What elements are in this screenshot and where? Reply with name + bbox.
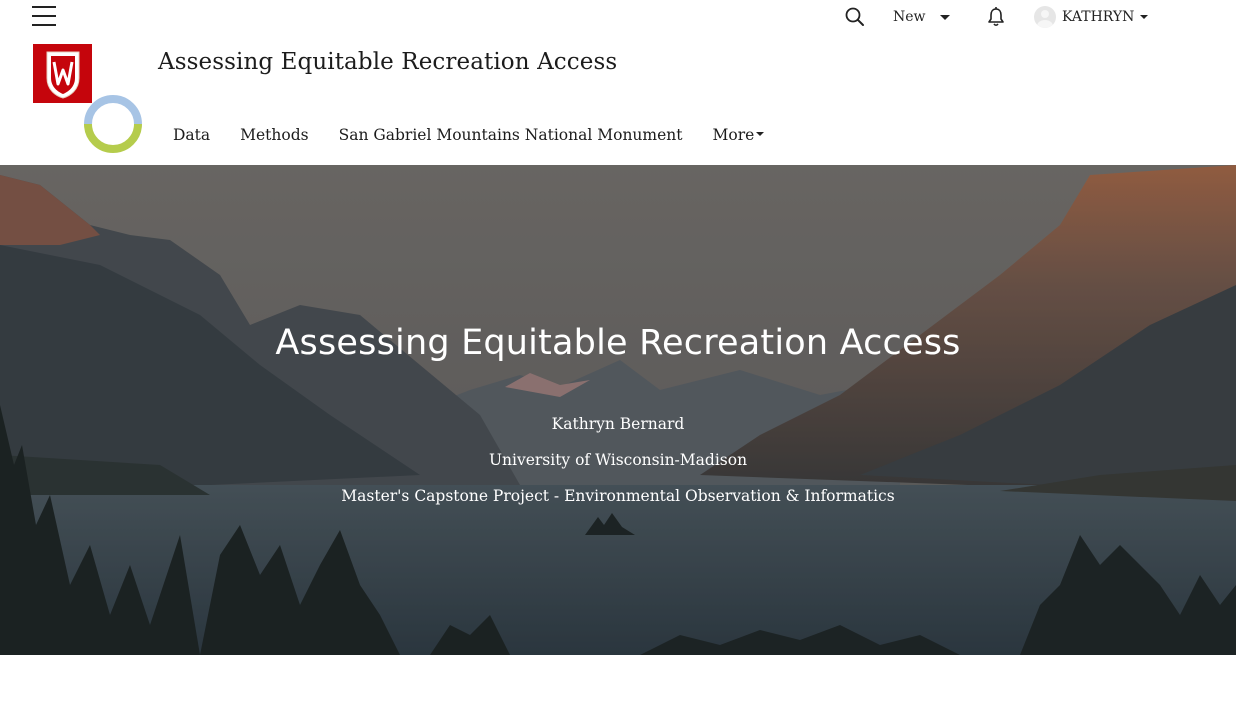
hero-title: Assessing Equitable Recreation Access xyxy=(275,323,961,363)
hamburger-line xyxy=(32,15,56,17)
hero-project: Master's Capstone Project - Environmenta… xyxy=(341,487,895,505)
caret-down-icon xyxy=(1140,15,1149,19)
nav-item-more[interactable]: More xyxy=(713,126,765,144)
new-button-label: New xyxy=(893,9,926,25)
main-nav: Data Methods San Gabriel Mountains Natio… xyxy=(158,124,779,146)
nav-more-label: More xyxy=(712,126,755,144)
site-title[interactable]: Assessing Equitable Recreation Access xyxy=(158,49,617,75)
nav-item-methods[interactable]: Methods xyxy=(240,126,308,144)
mountain-lake-background xyxy=(0,165,1236,655)
nav-item-data[interactable]: Data xyxy=(173,126,210,144)
search-icon[interactable] xyxy=(844,6,866,28)
hamburger-line xyxy=(32,6,56,8)
user-menu-button[interactable]: KATHRYN xyxy=(1034,5,1149,29)
new-button[interactable]: New xyxy=(893,6,950,28)
user-name: KATHRYN xyxy=(1062,9,1135,25)
caret-down-icon xyxy=(756,132,765,136)
nav-item-san-gabriel[interactable]: San Gabriel Mountains National Monument xyxy=(339,126,683,144)
caret-down-icon xyxy=(939,14,950,20)
hamburger-line xyxy=(32,24,56,26)
hamburger-menu-icon[interactable] xyxy=(32,6,56,26)
hero-author: Kathryn Bernard xyxy=(551,415,685,433)
hero-banner: Assessing Equitable Recreation Access Ka… xyxy=(0,165,1236,655)
ring-logo[interactable] xyxy=(84,95,142,153)
bell-icon[interactable] xyxy=(986,6,1006,28)
avatar xyxy=(1034,6,1056,28)
hero-institution: University of Wisconsin-Madison xyxy=(488,451,748,469)
